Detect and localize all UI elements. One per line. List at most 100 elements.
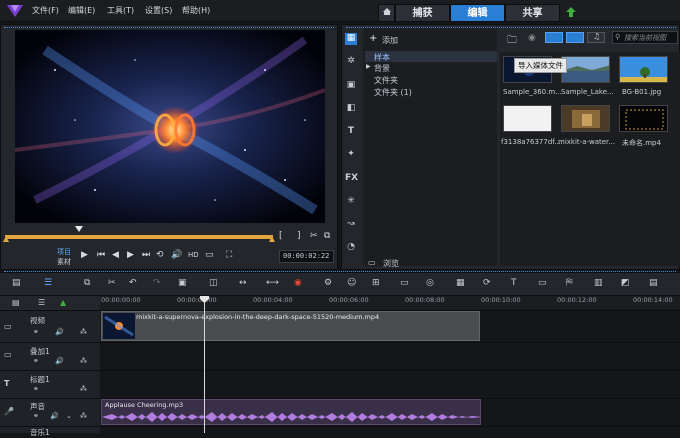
record-icon[interactable]: ◉ [528,33,536,43]
thumbnail[interactable] [619,56,668,83]
menu-file[interactable]: 文件(F) [32,5,59,16]
split-screen-icon[interactable]: ◫ [209,278,218,288]
clip-mode-label[interactable]: 素材 [57,257,71,267]
link-icon[interactable]: ⚭ [33,412,39,420]
tab-capture[interactable]: 捕获 [395,4,450,22]
ripple-icon[interactable]: ⁂ [80,357,87,365]
volume-icon[interactable]: 🔊 [171,250,182,260]
chapter-icon[interactable]: ⛿ [566,278,573,288]
prev-frame-icon[interactable]: ◀ [112,250,119,260]
next-frame-icon[interactable]: ▶ [127,250,134,260]
browse-button[interactable]: 浏览 [383,258,399,269]
motion-icon[interactable]: ↝ [345,219,357,231]
menu-help[interactable]: 帮助(H) [182,5,210,16]
timeline-view-icon[interactable]: ☰ [44,278,52,288]
ripple-icon[interactable]: ⁂ [80,412,87,420]
multi-cam-icon[interactable]: ⊞ [372,278,380,288]
video-clip[interactable]: mixkit-a-supernova-explosion-in-the-deep… [101,311,480,341]
trim-icon[interactable]: ⟷ [266,278,279,288]
timecode-display[interactable]: 00:00:02:22 [279,250,334,263]
aspect-icon[interactable]: ▭ [205,250,214,260]
mute-icon[interactable]: 🔊 [55,328,64,336]
media-icon[interactable]: ▦ [345,33,357,45]
fit-icon[interactable]: ↔ [239,278,247,288]
speed-icon[interactable]: ◔ [345,242,357,254]
copy-clip-icon[interactable]: ⧉ [84,278,90,288]
filter-video-button[interactable] [545,32,563,43]
undo-icon[interactable]: ↶ [129,278,137,288]
project-mode-label[interactable]: 项目 [57,247,71,257]
loop-icon[interactable]: ⟳ [483,278,491,288]
folder-item[interactable]: 背景 [374,63,390,74]
marker-icon[interactable]: ▲ [60,298,66,307]
mark-out-icon[interactable]: ] [297,231,301,241]
storyboard-view-icon[interactable]: ▤ [12,278,21,288]
folder-item[interactable]: 样本 [374,52,390,63]
trim-end-handle[interactable] [269,236,275,242]
home-start-icon[interactable]: ⏮ [97,250,105,260]
add-folder-button[interactable]: 添加 [382,35,398,46]
color-grading-icon[interactable]: ◉ [294,278,302,288]
thumbnail[interactable] [561,105,610,132]
filter-photo-button[interactable] [566,32,584,43]
sound-icon[interactable]: ▥ [594,278,603,288]
tab-edit[interactable]: 编辑 [450,4,505,22]
ripple-icon[interactable]: ⁂ [80,328,87,336]
record-capture-icon[interactable]: ▣ [178,278,187,288]
playhead-marker-icon[interactable] [75,226,83,232]
menu-edit[interactable]: 编辑(E) [68,5,95,16]
home-tab[interactable] [378,4,395,22]
chapter-menu-icon[interactable]: ☰ [38,298,45,307]
import-folder-icon[interactable]: 🗀 [507,33,517,50]
export-icon[interactable]: ▤ [649,278,658,288]
redo-icon[interactable]: ↷ [153,278,161,288]
thumbnail[interactable] [561,56,610,83]
copy-icon[interactable]: ⧉ [324,231,330,241]
fx-icon[interactable]: FX [345,173,358,185]
expand-arrow-icon[interactable]: ▶ [366,63,371,70]
tools-icon[interactable]: ✂ [108,278,116,288]
mute-icon[interactable]: 🔊 [55,357,64,365]
folder-item[interactable]: 文件夹 [374,75,398,86]
text-icon[interactable]: T [511,278,517,288]
ripple-icon[interactable]: ⁂ [80,385,87,393]
transition-icon[interactable]: ◧ [345,103,357,115]
link-icon[interactable]: ⚭ [33,385,39,393]
upload-icon[interactable] [566,7,576,17]
end-icon[interactable]: ⏭ [142,250,150,260]
subtitle-icon[interactable]: ▭ [400,278,409,288]
adjust-icon[interactable]: ◩ [621,278,630,288]
play-icon[interactable]: ▶ [81,250,88,260]
tab-share[interactable]: 共享 [505,4,560,22]
menu-settings[interactable]: 设置(S) [145,5,172,16]
mask-icon[interactable]: ◎ [426,278,434,288]
link-icon[interactable]: ⚭ [33,328,39,336]
audio-clip[interactable]: Applause Cheering.mp3 [101,399,481,425]
graphics-icon[interactable]: ✦ [345,149,357,161]
menu-tools[interactable]: 工具(T) [107,5,134,16]
templates-icon[interactable]: ▣ [345,80,357,92]
path-icon[interactable]: ✳ [345,196,357,208]
timeline-playhead[interactable] [204,296,205,433]
face-index-icon[interactable]: ☺ [347,278,356,288]
3d-title-icon[interactable]: ▭ [538,278,547,288]
trim-start-handle[interactable] [3,236,9,242]
link-icon[interactable]: ⚭ [33,357,39,365]
mark-in-icon[interactable]: [ [279,231,283,241]
mixer-icon[interactable]: ▦ [456,278,465,288]
folder-item[interactable]: 文件夹 (1) [374,87,412,98]
split-icon[interactable]: ✂ [310,231,318,241]
browse-icon[interactable]: ▭ [368,258,376,267]
mute-icon[interactable]: 🔊 [50,412,59,420]
title-icon[interactable]: T [345,126,357,138]
track-manager-icon[interactable]: ▤ [12,298,20,307]
video-preview[interactable] [15,30,325,223]
thumbnail[interactable] [503,105,552,132]
thumbnail[interactable] [619,105,668,132]
playhead-handle-icon[interactable] [200,296,209,303]
fullscreen-icon[interactable]: ⛶ [226,250,232,260]
instant-project-icon[interactable]: ✲ [345,56,357,68]
chevron-down-icon[interactable]: ⌄ [66,412,72,420]
track-motion-icon[interactable]: ⚙ [324,278,332,288]
repeat-icon[interactable]: ⟲ [156,250,164,260]
